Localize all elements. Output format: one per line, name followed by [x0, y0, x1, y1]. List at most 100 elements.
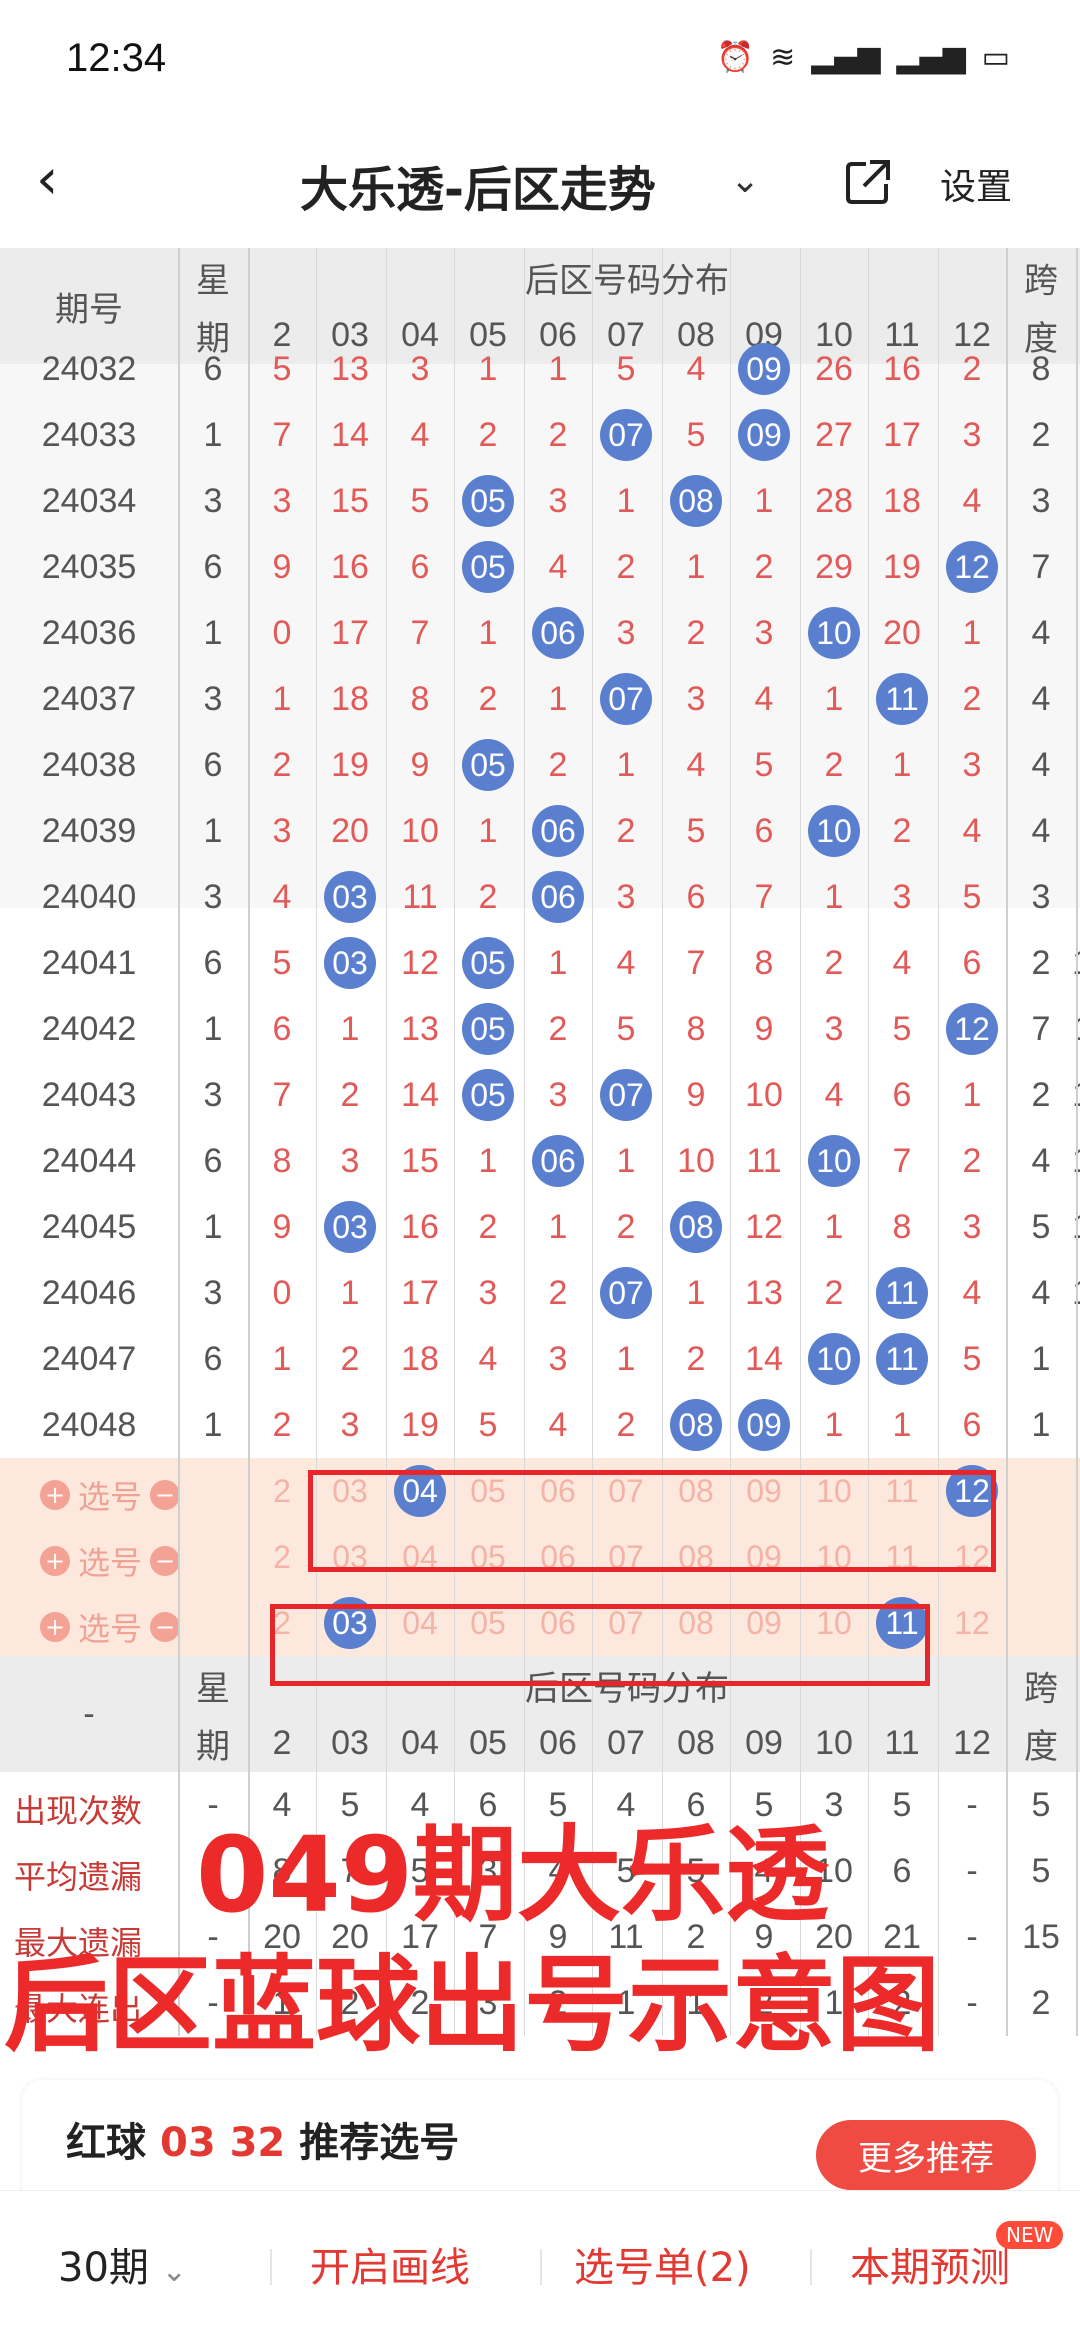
number-cell: 5 [686, 811, 706, 850]
number-cell: 2 [686, 613, 706, 652]
span-cell: 4 [1031, 1273, 1051, 1312]
blue-ball: 11 [876, 1333, 928, 1385]
blue-ball: 07 [600, 1069, 652, 1121]
number-cell: 12 [745, 1207, 783, 1246]
plus-icon[interactable]: + [40, 1612, 70, 1642]
number-cell: 3 [754, 613, 774, 652]
chevron-down-icon: ⌄ [161, 2254, 187, 2289]
number-cell: 9 [272, 1207, 292, 1246]
number-cell: 4 [548, 547, 568, 586]
span-cell: 1 [1031, 1339, 1051, 1378]
selector-label[interactable]: + 选号 − [40, 1472, 181, 1518]
number-cell: 06 [524, 798, 592, 864]
number-cell: 6 [754, 811, 774, 850]
issue-cell: 24041 [41, 943, 137, 982]
number-cell: 17 [401, 1273, 439, 1312]
more-recommend-button[interactable]: 更多推荐 [816, 2120, 1036, 2190]
number-cell: 05 [454, 732, 522, 798]
blue-ball: 08 [670, 1399, 722, 1451]
number-cell: 8 [410, 679, 430, 718]
page-title[interactable]: 大乐透-后区走势 [300, 150, 656, 220]
plus-icon[interactable]: + [40, 1480, 70, 1510]
number-cell: 3 [616, 613, 636, 652]
span-cell: 4 [1031, 745, 1051, 784]
weekday-cell: 3 [203, 877, 223, 916]
number-cell: 1 [272, 1339, 292, 1378]
number-cell: 10 [800, 1326, 868, 1392]
selection-list-button[interactable]: 选号单(2) [574, 2235, 751, 2293]
blue-ball: 05 [462, 541, 514, 593]
number-cell: 2 [548, 1009, 568, 1048]
number-cell: 16 [401, 1207, 439, 1246]
stats-weekday-top: 星 [196, 1669, 230, 1708]
minus-icon[interactable]: − [150, 1612, 181, 1642]
issue-cell: 24048 [41, 1405, 137, 1444]
draw-line-button[interactable]: 开启画线 [310, 2235, 470, 2293]
minus-icon[interactable]: − [150, 1546, 181, 1576]
stats-cell: 5 [1031, 1785, 1051, 1824]
selector-number[interactable]: 12 [938, 1590, 1006, 1656]
issue-cell: 24045 [41, 1207, 137, 1246]
number-cell: 07 [592, 1062, 660, 1128]
selector-label[interactable]: + 选号 − [40, 1604, 181, 1650]
grid-divider [1076, 248, 1078, 2036]
number-cell: 05 [454, 534, 522, 600]
weekday-cell: 6 [203, 1141, 223, 1180]
chevron-down-icon[interactable]: ⌄ [730, 160, 760, 201]
stats-header-num: 11 [884, 1723, 920, 1762]
number-cell: 1 [616, 1141, 636, 1180]
number-cell: 9 [754, 1009, 774, 1048]
number-cell: 03 [316, 1194, 384, 1260]
number-cell: 9 [272, 547, 292, 586]
span-cell: 4 [1031, 679, 1051, 718]
number-cell: 18 [883, 481, 921, 520]
selector-label[interactable]: + 选号 − [40, 1538, 181, 1584]
number-cell: 6 [410, 547, 430, 586]
plus-icon[interactable]: + [40, 1546, 70, 1576]
header-distribution: 后区号码分布 [525, 261, 729, 300]
predict-button[interactable]: 本期预测 [850, 2235, 1010, 2293]
number-cell: 0 [272, 1273, 292, 1312]
blue-ball: 05 [462, 739, 514, 791]
weekday-cell: 1 [203, 415, 223, 454]
back-button[interactable]: ‹ [36, 150, 96, 210]
number-cell: 6 [962, 943, 982, 982]
number-cell: 2 [892, 811, 912, 850]
stats-cell: - [966, 1917, 978, 1956]
number-cell: 5 [272, 349, 292, 388]
number-cell: 13 [745, 1273, 783, 1312]
number-cell: 4 [962, 811, 982, 850]
number-cell: 2 [616, 811, 636, 850]
number-cell: 5 [272, 943, 292, 982]
period-select[interactable]: 30期 ⌄ [58, 2235, 187, 2293]
number-cell: 1 [962, 613, 982, 652]
header-weekday-top: 星 [196, 261, 230, 300]
selector-text: 选号 [78, 1544, 143, 1582]
selector-number[interactable]: 2 [248, 1458, 316, 1524]
number-cell: 1 [686, 1273, 706, 1312]
share-icon[interactable] [840, 154, 896, 210]
number-cell: 12 [938, 996, 1006, 1062]
span-cell: 3 [1031, 481, 1051, 520]
number-cell: 15 [331, 481, 369, 520]
number-cell: 03 [316, 864, 384, 930]
issue-cell: 24046 [41, 1273, 137, 1312]
recommend-title: 红球 03 32 推荐选号 [66, 2120, 460, 2166]
blue-ball: 06 [532, 1135, 584, 1187]
number-cell: 4 [686, 349, 706, 388]
minus-icon[interactable]: − [150, 1480, 181, 1510]
number-cell: 3 [340, 1405, 360, 1444]
number-cell: 1 [616, 745, 636, 784]
selector-number[interactable]: 2 [248, 1524, 316, 1590]
span-cell: 3 [1031, 877, 1051, 916]
nav-bar: ‹ 大乐透-后区走势 ⌄ 设置 [0, 120, 1080, 240]
settings-button[interactable]: 设置 [940, 158, 1012, 210]
number-cell: 13 [331, 349, 369, 388]
grid-divider [800, 248, 801, 2036]
number-cell: 16 [331, 547, 369, 586]
number-cell: 7 [272, 415, 292, 454]
overlay-title-line2: 后区蓝球出号示意图 [4, 1944, 941, 2066]
issue-cell: 24042 [41, 1009, 137, 1048]
highlight-box-2 [270, 1604, 930, 1686]
number-cell: 5 [478, 1405, 498, 1444]
